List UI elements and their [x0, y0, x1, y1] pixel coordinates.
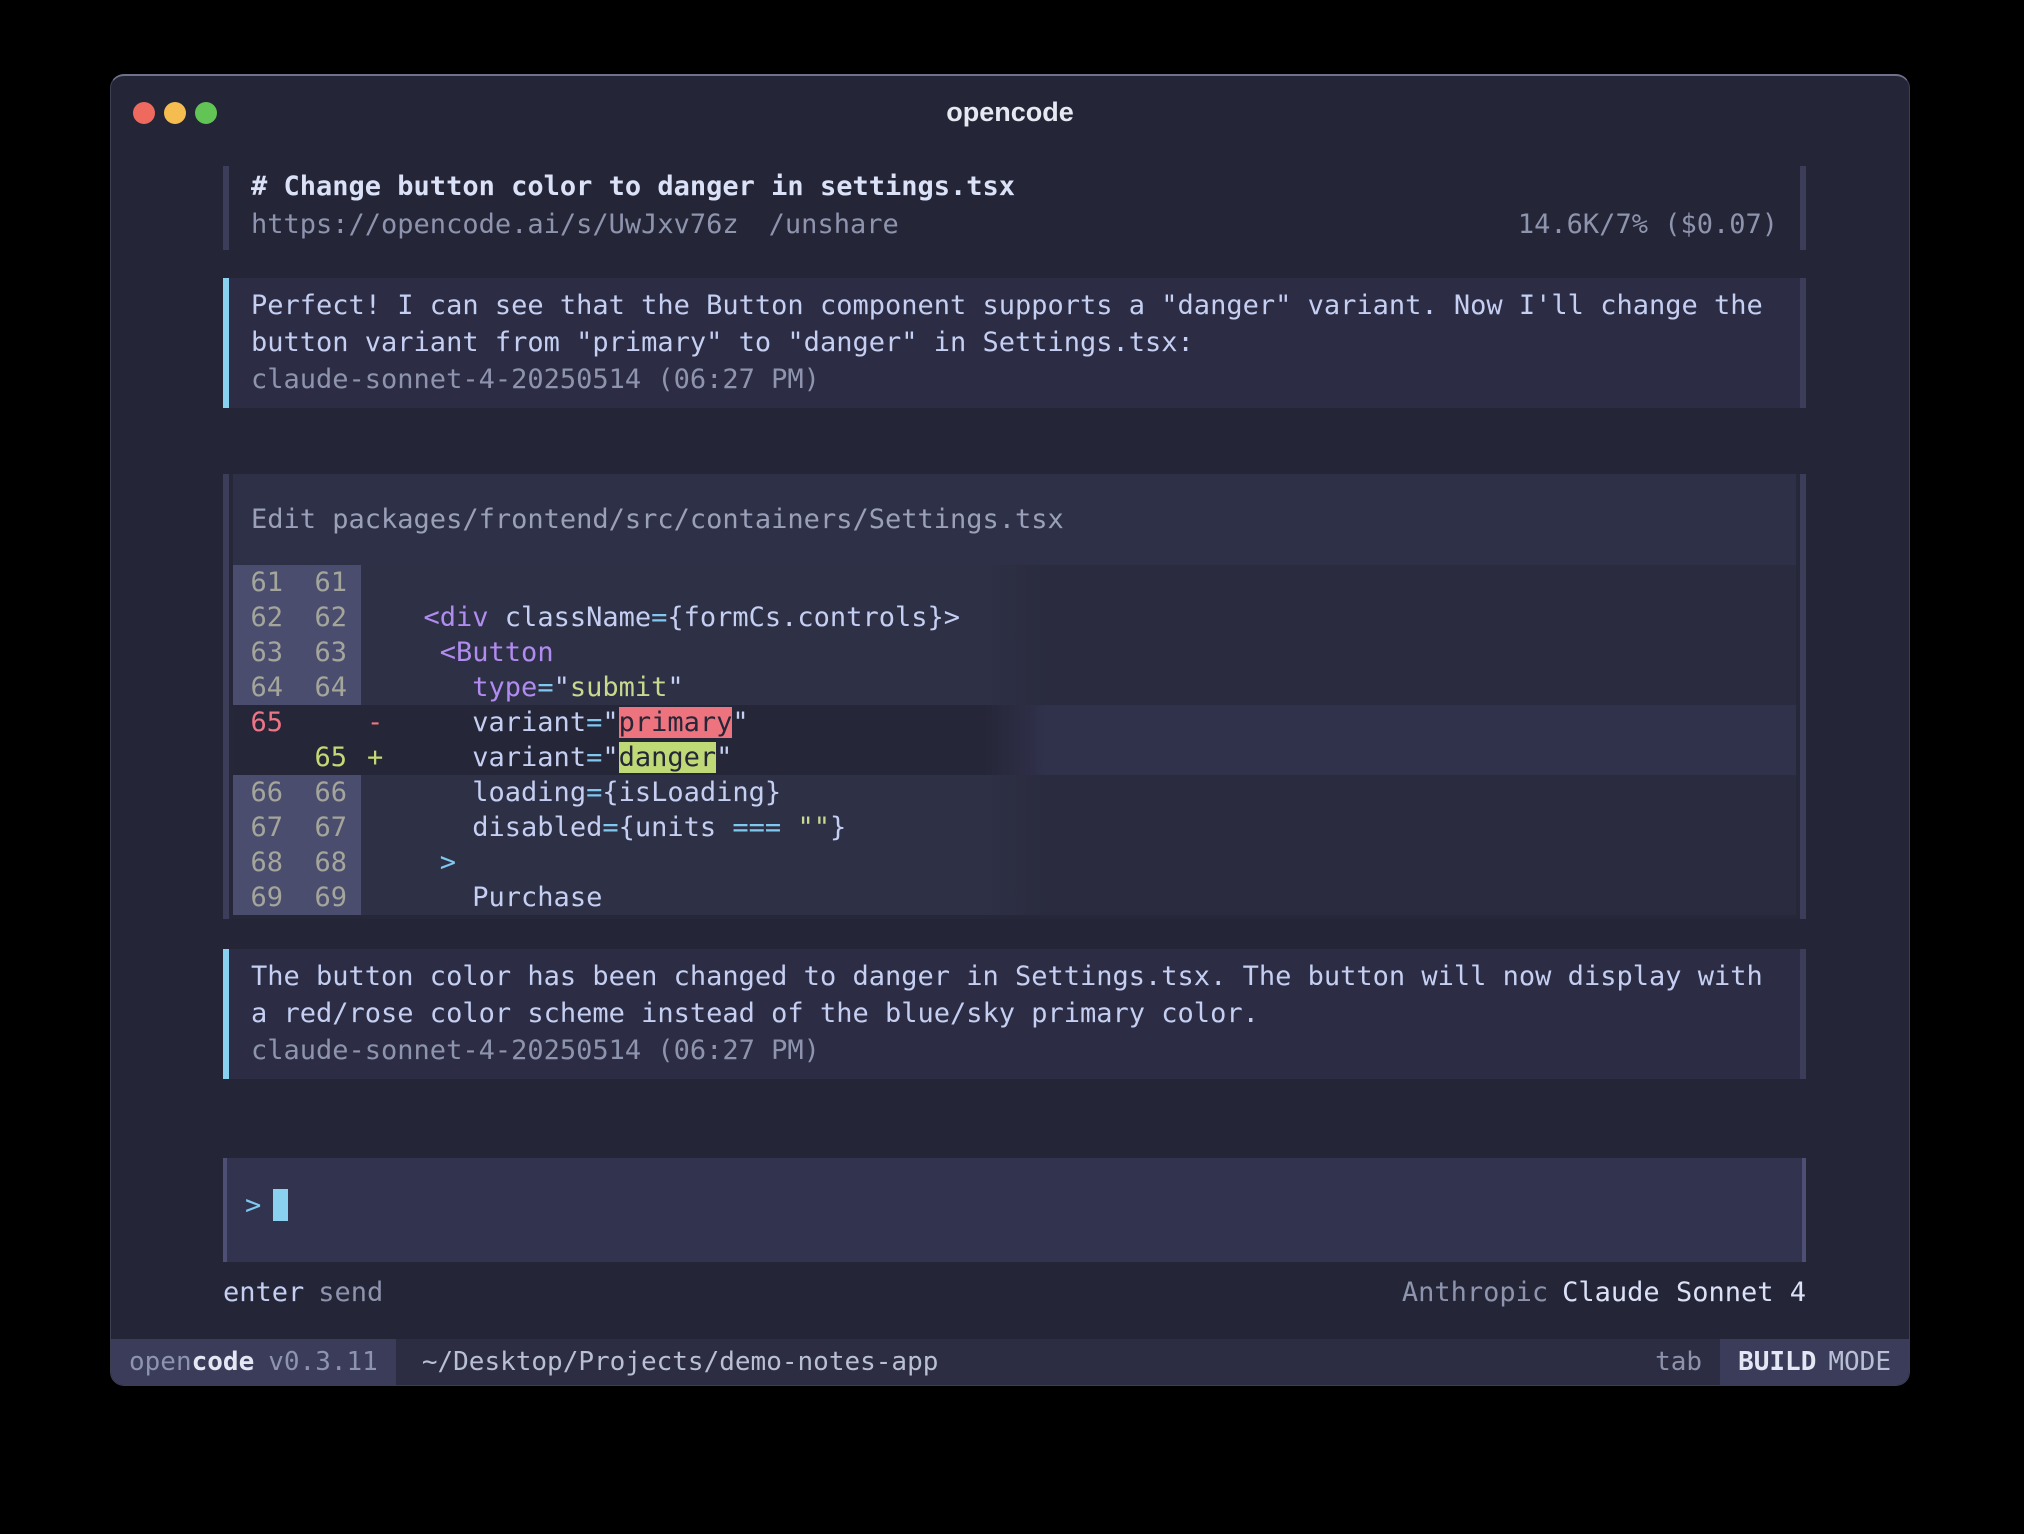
diff-old-line-number: 63 — [233, 635, 297, 670]
diff-code-line: type="submit" — [391, 670, 684, 705]
diff-row: 6363 <Button — [233, 635, 1796, 670]
prompt-input[interactable]: > — [223, 1158, 1806, 1262]
mode-label: MODE — [1828, 1347, 1891, 1377]
diff-marker-spacer — [361, 600, 391, 635]
unshare-command[interactable]: /unshare — [769, 206, 899, 244]
diff-new-line-number: 63 — [297, 635, 361, 670]
diff-old-line-number: 64 — [233, 670, 297, 705]
diff-marker-spacer — [361, 880, 391, 915]
session-header: # Change button color to danger in setti… — [223, 166, 1806, 250]
diff-old-line-number: 65 — [233, 705, 297, 740]
diff-row: 6464 type="submit" — [233, 670, 1796, 705]
diff-old-line-number: 62 — [233, 600, 297, 635]
text-cursor — [273, 1189, 288, 1221]
diff-marker-spacer — [361, 810, 391, 845]
assistant-message: The button color has been changed to dan… — [223, 949, 1806, 1079]
diff-new-line-number: 69 — [297, 880, 361, 915]
edit-tool-block: Edit packages/frontend/src/containers/Se… — [223, 474, 1806, 919]
session-title: # Change button color to danger in setti… — [251, 168, 1800, 206]
diff-old-line-number: 69 — [233, 880, 297, 915]
diff-new-line-number: 62 — [297, 600, 361, 635]
diff-marker-spacer — [361, 845, 391, 880]
input-hint-row: enter send Anthropic Claude Sonnet 4 — [223, 1276, 1806, 1310]
diff-code-line: <div className={formCs.controls}> — [391, 600, 960, 635]
send-action-label: send — [318, 1277, 383, 1308]
opencode-terminal-window: opencode # Change button color to danger… — [110, 74, 1910, 1386]
message-model-timestamp: claude-sonnet-4-20250514 (06:27 PM) — [251, 361, 1778, 398]
send-hint: enter send — [223, 1276, 383, 1310]
diff-row: 6868 > — [233, 845, 1796, 880]
message-text: Perfect! I can see that the Button compo… — [251, 287, 1778, 361]
diff-code-line: <Button — [391, 635, 554, 670]
diff-new-line-number — [297, 705, 361, 740]
diff-row: 6161 — [233, 565, 1796, 600]
diff-row: 6666 loading={isLoading} — [233, 775, 1796, 810]
message-line: a red/rose color scheme instead of the b… — [251, 995, 1778, 1032]
message-model-timestamp: claude-sonnet-4-20250514 (06:27 PM) — [251, 1032, 1778, 1069]
window-title: opencode — [111, 76, 1909, 148]
share-url-link[interactable]: https://opencode.ai/s/UwJxv76z — [251, 206, 739, 244]
window-titlebar: opencode — [111, 76, 1909, 148]
diff-old-line-number — [233, 740, 297, 775]
app-name-code: code — [192, 1347, 255, 1377]
app-name-open: open — [129, 1347, 192, 1377]
mode-name: BUILD — [1738, 1347, 1816, 1377]
added-word-highlight: danger — [619, 742, 717, 773]
diff-new-line-number: 64 — [297, 670, 361, 705]
diff-marker-spacer — [361, 670, 391, 705]
diff-marker-spacer — [361, 775, 391, 810]
app-version: v0.3.11 — [268, 1347, 378, 1377]
diff-row: 6262 <div className={formCs.controls}> — [233, 600, 1796, 635]
diff-removed-marker: - — [361, 705, 391, 740]
main-content: # Change button color to danger in setti… — [111, 166, 1909, 1310]
diff-code-line: disabled={units === ""} — [391, 810, 846, 845]
diff-code-line: > — [391, 845, 456, 880]
diff-new-line-number: 61 — [297, 565, 361, 600]
status-bar: opencode v0.3.11 ~/Desktop/Projects/demo-… — [111, 1339, 1909, 1385]
diff-marker-spacer — [361, 635, 391, 670]
diff-marker-spacer — [361, 565, 391, 600]
diff-old-line-number: 61 — [233, 565, 297, 600]
app-version-chip: opencode v0.3.11 — [111, 1339, 396, 1385]
diff-new-line-number: 68 — [297, 845, 361, 880]
assistant-message: Perfect! I can see that the Button compo… — [223, 278, 1806, 408]
removed-word-highlight: primary — [619, 707, 733, 738]
diff-added-marker: + — [361, 740, 391, 775]
message-line: Perfect! I can see that the Button compo… — [251, 287, 1778, 324]
edit-tool-header: Edit packages/frontend/src/containers/Se… — [233, 474, 1796, 565]
diff-old-line-number: 66 — [233, 775, 297, 810]
diff-new-line-number: 67 — [297, 810, 361, 845]
diff-code-line: loading={isLoading} — [391, 775, 781, 810]
model-indicator: Anthropic Claude Sonnet 4 — [1402, 1276, 1806, 1310]
build-mode-toggle[interactable]: BUILD MODE — [1720, 1339, 1909, 1385]
diff-code-line: variant="danger" — [391, 740, 732, 775]
message-line: The button color has been changed to dan… — [251, 958, 1778, 995]
token-usage-cost: 14.6K/7% ($0.07) — [1518, 206, 1778, 244]
diff-old-line-number: 67 — [233, 810, 297, 845]
message-line: button variant from "primary" to "danger… — [251, 324, 1778, 361]
diff-code-line: variant="primary" — [391, 705, 749, 740]
provider-label: Anthropic — [1402, 1277, 1548, 1308]
diff-row: 65 - variant="primary" — [233, 705, 1796, 740]
diff-new-line-number: 66 — [297, 775, 361, 810]
tab-key-hint: tab — [1655, 1339, 1702, 1385]
diff-view: 61616262 <div className={formCs.controls… — [233, 565, 1796, 919]
diff-old-line-number: 68 — [233, 845, 297, 880]
diff-row: 65+ variant="danger" — [233, 740, 1796, 775]
prompt-chevron-icon: > — [245, 1190, 261, 1221]
enter-key-hint: enter — [223, 1277, 304, 1308]
diff-row: 6767 disabled={units === ""} — [233, 810, 1796, 845]
working-directory: ~/Desktop/Projects/demo-notes-app — [422, 1339, 939, 1385]
model-name-label: Claude Sonnet 4 — [1562, 1277, 1806, 1308]
message-text: The button color has been changed to dan… — [251, 958, 1778, 1032]
diff-row: 6969 Purchase — [233, 880, 1796, 915]
diff-code-line: Purchase — [391, 880, 602, 915]
diff-new-line-number: 65 — [297, 740, 361, 775]
